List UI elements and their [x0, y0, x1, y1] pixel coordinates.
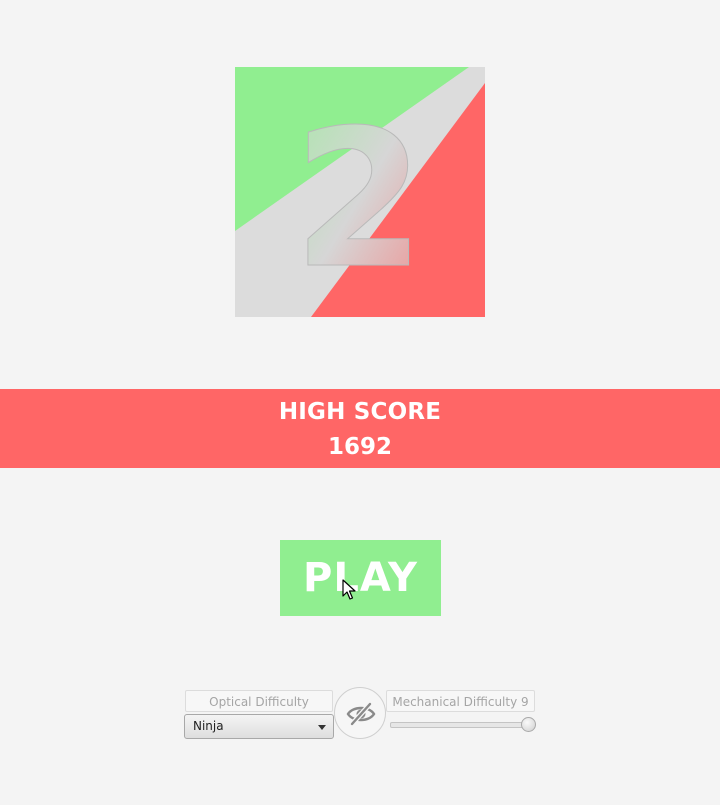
play-button[interactable]: PLAY — [280, 540, 441, 616]
mechanical-difficulty-slider[interactable] — [390, 716, 536, 734]
eye-slash-icon — [346, 702, 376, 726]
slider-track — [390, 722, 532, 728]
mechanical-difficulty-label: Mechanical Difficulty 9 — [386, 690, 535, 712]
optical-difficulty-label: Optical Difficulty — [185, 690, 333, 712]
high-score-title: HIGH SCORE — [278, 399, 442, 425]
high-score-banner: HIGH SCORE 1692 — [0, 389, 720, 468]
logo-digit: 2 — [293, 89, 425, 310]
chevron-down-icon — [318, 725, 326, 730]
optical-difficulty-value: Ninja — [193, 719, 224, 733]
optical-difficulty-select[interactable]: Ninja — [184, 714, 334, 739]
visibility-toggle-button[interactable] — [334, 687, 386, 739]
slider-thumb[interactable] — [521, 717, 536, 732]
game-logo: 2 — [235, 67, 485, 317]
logo-graphic: 2 — [235, 67, 485, 317]
high-score-value: 1692 — [327, 434, 392, 460]
